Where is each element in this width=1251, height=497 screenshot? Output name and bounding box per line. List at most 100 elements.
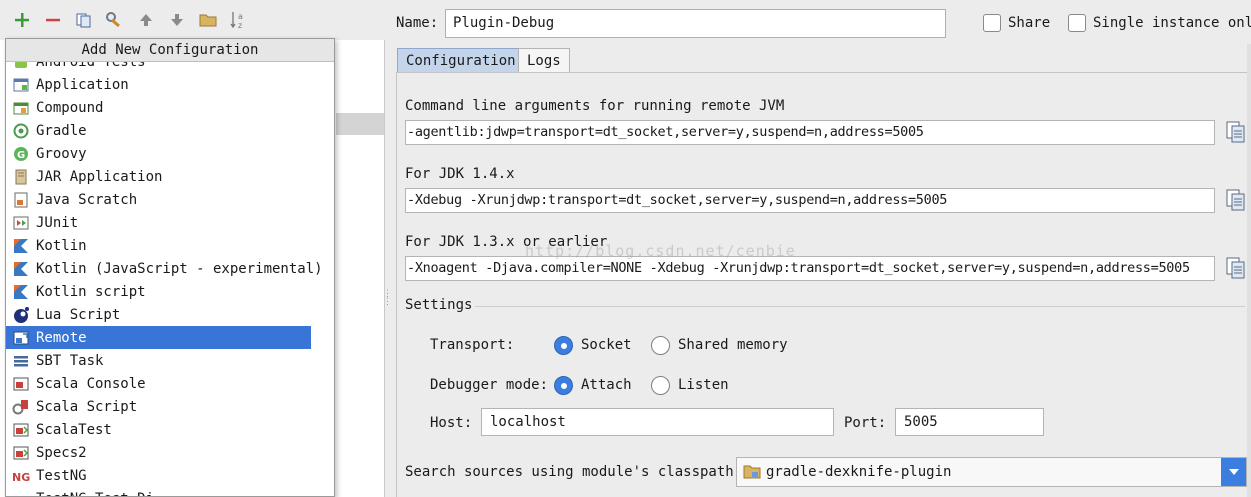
jdk14-field[interactable]: -Xdebug -Xrunjdwp:transport=dt_socket,se… [405,188,1215,213]
popup-item-sbt-task[interactable]: SBT Task [6,349,311,372]
share-checkbox[interactable] [983,14,1001,32]
port-input[interactable]: 5005 [895,408,1044,436]
configuration-panel: Command line arguments for running remot… [396,72,1249,497]
module-classpath-combo[interactable]: gradle-dexknife-plugin [736,457,1247,487]
configuration-type-list: Android TestsApplicationCompoundGradleGG… [6,50,334,497]
remote-icon [12,329,30,347]
tab-configuration[interactable]: Configuration [397,48,525,73]
svg-text:a: a [238,12,243,21]
debugger-attach-radio[interactable] [554,376,573,395]
move-down-icon[interactable] [165,8,189,32]
popup-item-label: Kotlin script [36,283,146,300]
popup-item-jar-application[interactable]: JAR Application [6,165,311,188]
transport-socket-radio[interactable] [554,336,573,355]
folder-icon[interactable] [196,8,220,32]
module-folder-icon [743,464,761,484]
popup-item-label: Application [36,76,129,93]
groovy-icon: G [12,145,30,163]
kotlin-js-icon [12,260,30,278]
gradle-icon [12,122,30,140]
single-instance-checkbox[interactable] [1068,14,1086,32]
copy-cmd-args-button[interactable] [1225,120,1247,144]
popup-item-label: SBT Task [36,352,104,369]
scalatest-icon [12,421,30,439]
chevron-down-icon[interactable] [1221,458,1246,486]
transport-label: Transport: [430,337,515,353]
popup-item-java-scratch[interactable]: Java Scratch [6,188,311,211]
svg-text:NG: NG [12,471,30,484]
scala-console-icon [12,375,30,393]
add-icon[interactable] [10,8,34,32]
add-new-configuration-popup: Android TestsApplicationCompoundGradleGG… [5,38,335,497]
settings-label: Settings [405,297,473,313]
toolbar: az [0,0,385,40]
cmd-args-field[interactable]: -agentlib:jdwp=transport=dt_socket,serve… [405,120,1215,145]
popup-item-label: TestNG [36,467,87,484]
remove-icon[interactable] [41,8,65,32]
popup-item-kotlin-js[interactable]: Kotlin (JavaScript - experimental) [6,257,323,280]
popup-item-lua-script[interactable]: Lua Script [6,303,311,326]
popup-item-label: ScalaTest [36,421,112,438]
copy-icon[interactable] [72,8,96,32]
classpath-label: Search sources using module's classpath: [405,464,743,480]
popup-item-scala-console[interactable]: Scala Console [6,372,311,395]
svg-text:G: G [17,150,25,161]
popup-item-application[interactable]: Application [6,73,311,96]
jar-application-icon [12,168,30,186]
transport-socket-label: Socket [581,337,632,353]
popup-item-label: Kotlin (JavaScript - experimental) [36,260,323,277]
popup-item-gradle[interactable]: Gradle [6,119,311,142]
popup-title: Add New Configuration [6,39,334,62]
popup-item-label: Specs2 [36,444,87,461]
popup-item-label: JAR Application [36,168,163,185]
jdk14-label: For JDK 1.4.x [405,166,515,182]
transport-shared-memory-radio[interactable] [651,336,670,355]
single-instance-label: Single instance only [1093,15,1251,31]
tab-logs[interactable]: Logs [518,48,570,73]
port-label: Port: [844,415,887,431]
popup-item-testng[interactable]: NG TestNG [6,464,311,487]
move-up-icon[interactable] [134,8,158,32]
debugger-listen-label: Listen [678,377,729,393]
debugger-attach-label: Attach [581,377,632,393]
popup-item-remote[interactable]: Remote [6,326,311,349]
debugger-listen-radio[interactable] [651,376,670,395]
sbt-task-icon [12,352,30,370]
popup-item-label: TestNG Test Di [36,491,154,497]
popup-item-label: Kotlin [36,237,87,254]
popup-item-label: Scala Script [36,398,138,415]
popup-item-scala-script[interactable]: Scala Script [6,395,311,418]
popup-item-label: Remote [36,329,87,346]
compound-icon [12,99,30,117]
host-input[interactable]: localhost [481,408,834,436]
application-icon [12,76,30,94]
copy-jdk13-button[interactable] [1225,256,1247,280]
testng-icon: NG [12,467,30,485]
popup-item-label: Lua Script [36,306,121,323]
name-input[interactable]: Plugin-Debug [445,9,946,38]
splitter-handle[interactable]: ⋮ ⋮ [383,290,392,320]
name-label: Name: [396,15,439,31]
transport-shared-memory-label: Shared memory [678,337,788,353]
popup-item-specs2[interactable]: Specs2 [6,441,311,464]
popup-item-kotlin[interactable]: Kotlin [6,234,311,257]
popup-item-groovy[interactable]: G Groovy [6,142,311,165]
specs2-icon [12,444,30,462]
popup-item-testng-discovery[interactable]: NG TestNG Test Di [6,487,311,497]
java-scratch-icon [12,191,30,209]
testng-discovery-icon: NG [12,490,30,497]
popup-item-scalatest[interactable]: ScalaTest [6,418,311,441]
popup-item-label: Groovy [36,145,87,162]
popup-item-label: Compound [36,99,104,116]
popup-item-junit[interactable]: JUnit [6,211,311,234]
svg-text:NG: NG [12,494,30,497]
sort-icon[interactable]: az [227,8,251,32]
svg-text:z: z [238,21,242,30]
right-scrollbar[interactable] [1247,44,1251,497]
settings-divider [475,306,1245,307]
tree-selection-highlight [336,113,384,135]
popup-item-compound[interactable]: Compound [6,96,311,119]
copy-jdk14-button[interactable] [1225,188,1247,212]
popup-item-kotlin-script[interactable]: Kotlin script [6,280,311,303]
edit-defaults-icon[interactable] [103,8,127,32]
